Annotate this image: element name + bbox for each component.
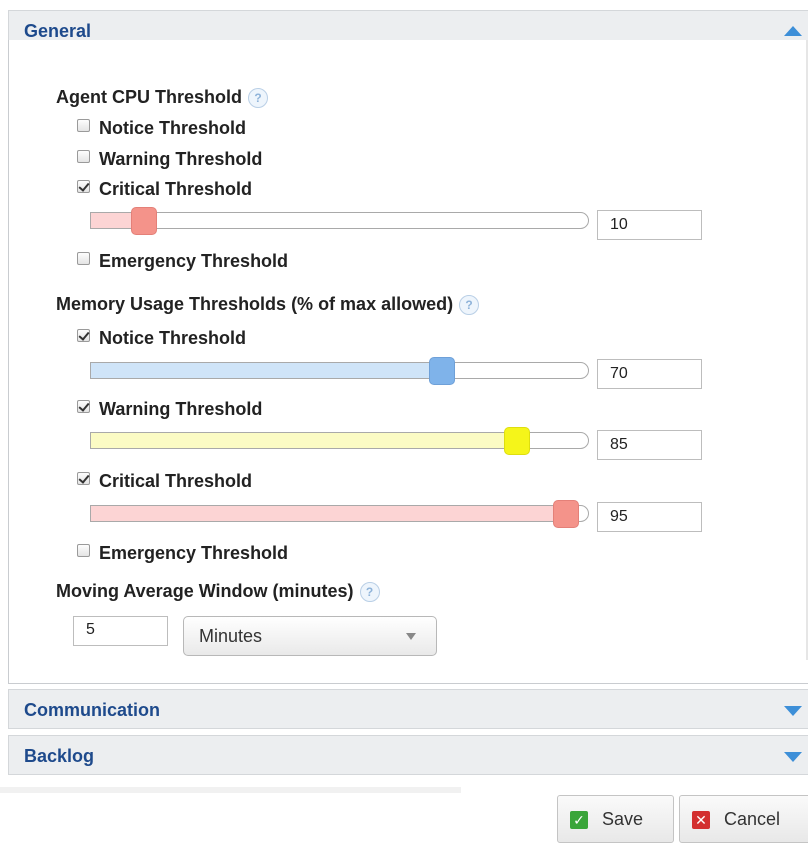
mem-warning-label: Warning Threshold <box>99 399 263 419</box>
slider-handle[interactable] <box>504 427 530 455</box>
cpu-emergency-checkbox[interactable] <box>77 252 90 265</box>
cpu-critical-label: Critical Threshold <box>99 179 253 199</box>
mem-emergency-label: Emergency Threshold <box>99 543 289 563</box>
unit-select-value: Minutes <box>199 626 263 646</box>
mem-warning-slider[interactable] <box>90 427 589 455</box>
unit-select[interactable]: Minutes <box>183 616 437 656</box>
cpu-warning-label: Warning Threshold <box>99 149 263 169</box>
collapse-triangle-icon[interactable] <box>784 26 802 36</box>
slider-handle[interactable] <box>131 207 157 235</box>
memory-usage-label-text: Memory Usage Thresholds (% of max allowe… <box>56 294 454 314</box>
cancel-button[interactable]: ✕ Cancel <box>679 795 808 843</box>
slider-handle[interactable] <box>553 500 579 528</box>
mem-notice-value-input[interactable]: 70 <box>597 359 702 389</box>
moving-average-input[interactable]: 5 <box>73 616 168 646</box>
x-icon: ✕ <box>692 811 710 829</box>
agent-cpu-label: Agent CPU Threshold? <box>56 86 269 109</box>
agent-cpu-label-text: Agent CPU Threshold <box>56 87 243 107</box>
divider <box>0 787 461 793</box>
mem-warning-checkbox[interactable] <box>77 400 90 413</box>
slider-fill <box>91 363 441 378</box>
mem-notice-checkbox[interactable] <box>77 329 90 342</box>
dropdown-arrow-icon <box>406 633 416 640</box>
cpu-warning-checkbox[interactable] <box>77 150 90 163</box>
cpu-critical-value-input[interactable]: 10 <box>597 210 702 240</box>
help-icon[interactable]: ? <box>248 88 269 109</box>
expand-triangle-icon[interactable] <box>784 706 802 716</box>
moving-average-label: Moving Average Window (minutes)? <box>56 580 380 603</box>
cpu-critical-slider[interactable] <box>90 207 589 235</box>
slider-fill <box>91 506 566 521</box>
mem-critical-label: Critical Threshold <box>99 471 253 491</box>
moving-average-label-text: Moving Average Window (minutes) <box>56 581 354 601</box>
mem-critical-checkbox[interactable] <box>77 472 90 485</box>
help-icon[interactable]: ? <box>359 582 380 603</box>
cpu-emergency-label: Emergency Threshold <box>99 251 289 271</box>
cpu-notice-checkbox[interactable] <box>77 119 90 132</box>
slider-handle[interactable] <box>429 357 455 385</box>
section-header-backlog[interactable]: Backlog <box>8 735 808 775</box>
cpu-critical-checkbox[interactable] <box>77 180 90 193</box>
mem-emergency-checkbox[interactable] <box>77 544 90 557</box>
cpu-notice-label: Notice Threshold <box>99 118 247 138</box>
save-button-label: Save <box>602 809 644 829</box>
mem-notice-label: Notice Threshold <box>99 328 247 348</box>
mem-critical-value-input[interactable]: 95 <box>597 502 702 532</box>
mem-critical-slider[interactable] <box>90 500 589 528</box>
section-title-communication: Communication <box>24 700 161 720</box>
save-button[interactable]: ✓ Save <box>557 795 674 843</box>
help-icon[interactable]: ? <box>459 295 480 316</box>
slider-fill <box>91 433 516 448</box>
section-title-backlog: Backlog <box>24 746 95 766</box>
check-icon: ✓ <box>570 811 588 829</box>
cancel-button-label: Cancel <box>724 809 781 829</box>
mem-notice-slider[interactable] <box>90 357 589 385</box>
expand-triangle-icon[interactable] <box>784 752 802 762</box>
memory-usage-label: Memory Usage Thresholds (% of max allowe… <box>56 293 480 316</box>
section-header-communication[interactable]: Communication <box>8 689 808 729</box>
mem-warning-value-input[interactable]: 85 <box>597 430 702 460</box>
